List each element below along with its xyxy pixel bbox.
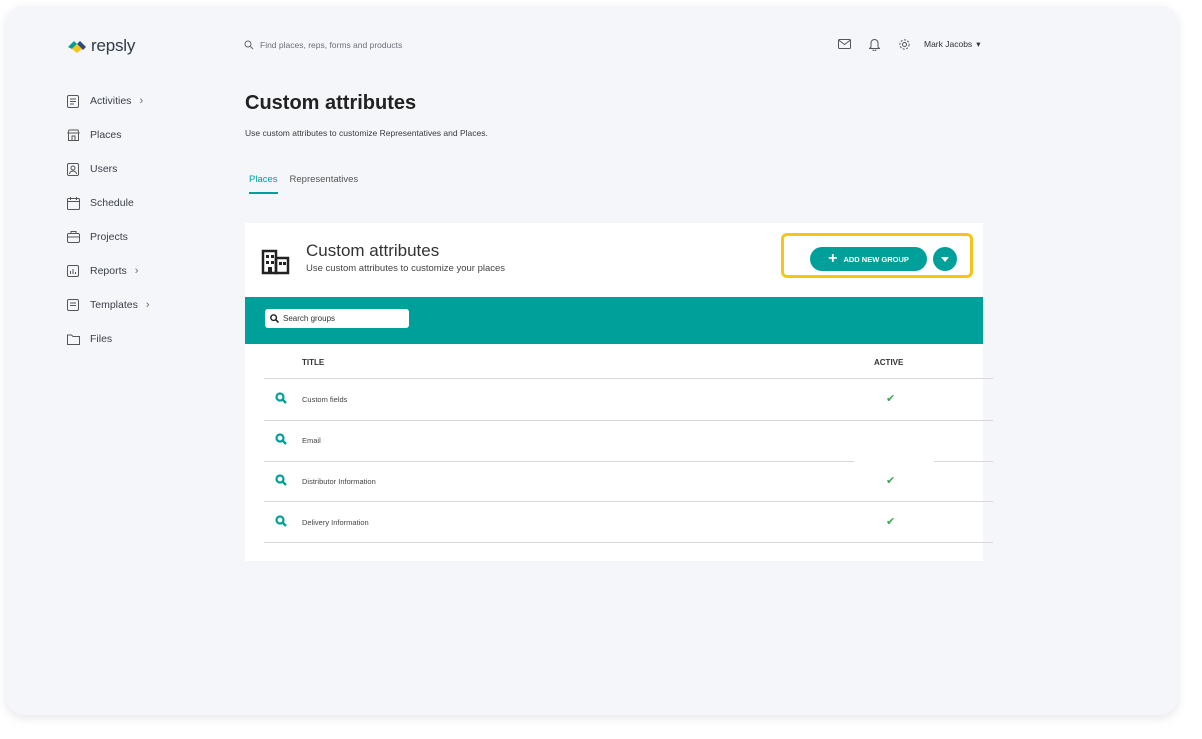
search-placeholder: Find places, reps, forms and products [260, 40, 403, 50]
page-title: Custom attributes [245, 92, 417, 114]
card-subtitle: Use custom attributes to customize your … [306, 263, 506, 274]
user-menu[interactable]: Mark Jacobs ▾ [924, 39, 980, 50]
sidebar-item-templates[interactable]: Templates › [66, 288, 206, 322]
table-header: TITLE ACTIVE [264, 344, 993, 379]
sidebar-item-label: Templates [90, 299, 138, 311]
tab-places[interactable]: Places [249, 174, 278, 194]
column-active: ACTIVE [874, 358, 904, 367]
groups-table: TITLE ACTIVE Custom fields ✔ Email Distr… [264, 344, 993, 543]
page-description: Use custom attributes to customize Repre… [245, 128, 488, 138]
table-row[interactable]: Distributor Information ✔ [264, 461, 993, 502]
sidebar-item-label: Files [90, 333, 113, 345]
custom-attributes-card: Custom attributes Use custom attributes … [245, 223, 993, 561]
check-icon: ✔ [886, 516, 896, 528]
user-name: Mark Jacobs [924, 39, 973, 49]
sidebar-item-label: Reports [90, 265, 127, 277]
magnifier-icon[interactable] [275, 433, 287, 447]
table-row[interactable]: Custom fields ✔ [264, 379, 993, 421]
row-title: Custom fields [302, 395, 348, 404]
sidebar-item-places[interactable]: Places [66, 118, 206, 152]
sidebar-item-label: Projects [90, 231, 128, 243]
repsly-logo-icon [68, 41, 86, 53]
column-title: TITLE [302, 358, 325, 367]
sidebar-item-label: Places [90, 129, 122, 141]
tab-bar: Places Representatives [249, 174, 358, 194]
sidebar-item-reports[interactable]: Reports › [66, 254, 206, 288]
chevron-right-icon: › [134, 265, 139, 277]
sidebar-item-label: Users [90, 163, 118, 175]
tab-representatives[interactable]: Representatives [290, 174, 359, 194]
table-row[interactable]: Email [264, 420, 993, 462]
sidebar-item-schedule[interactable]: Schedule [66, 186, 206, 220]
magnifier-icon[interactable] [275, 515, 287, 529]
global-search[interactable]: Find places, reps, forms and products [244, 40, 402, 50]
building-icon [261, 247, 291, 280]
search-groups-placeholder: Search groups [283, 314, 336, 323]
magnifier-icon[interactable] [275, 392, 287, 406]
check-icon: ✔ [886, 475, 896, 487]
bell-icon[interactable] [866, 36, 882, 52]
brand-name: repsly [91, 36, 136, 55]
add-options-dropdown-button[interactable] [933, 247, 957, 271]
check-icon: ✔ [886, 393, 896, 405]
search-toolbar: Search groups [245, 297, 983, 344]
app-window: repsly Find places, reps, forms and prod… [6, 6, 1178, 715]
store-icon [66, 128, 80, 142]
calendar-icon [66, 196, 80, 210]
search-groups-input[interactable]: Search groups [265, 309, 409, 328]
gear-icon[interactable] [896, 36, 912, 52]
add-new-group-label: ADD NEW GROUP [843, 254, 909, 264]
search-icon [270, 314, 279, 323]
row-title: Distributor Information [302, 477, 376, 486]
caret-down-icon [941, 256, 949, 262]
sidebar-nav: Activities › Places Users Schedule Proje… [66, 84, 206, 356]
plus-icon: + [828, 250, 838, 267]
sidebar-item-activities[interactable]: Activities › [66, 84, 206, 118]
sidebar-item-label: Activities [90, 95, 132, 107]
sidebar-item-projects[interactable]: Projects [66, 220, 206, 254]
chart-icon [66, 264, 80, 278]
template-icon [66, 298, 80, 312]
briefcase-icon [66, 230, 80, 244]
search-icon [244, 40, 254, 50]
caret-down-icon: ▾ [976, 38, 981, 49]
chevron-right-icon: › [139, 95, 144, 107]
magnifier-icon[interactable] [275, 474, 287, 488]
user-icon [66, 162, 80, 176]
topbar-actions: Mark Jacobs ▾ [836, 36, 980, 52]
sidebar-item-files[interactable]: Files [66, 322, 206, 356]
folder-icon [66, 332, 80, 346]
table-row[interactable]: Delivery Information ✔ [264, 502, 993, 543]
sidebar-item-users[interactable]: Users [66, 152, 206, 186]
row-title: Email [302, 436, 321, 445]
clipboard-icon [66, 94, 80, 108]
row-title: Delivery Information [302, 518, 369, 527]
repsly-logo[interactable]: repsly [66, 36, 135, 56]
chevron-right-icon: › [145, 299, 150, 311]
add-new-group-button[interactable]: + ADD NEW GROUP [810, 247, 927, 271]
mail-icon[interactable] [836, 36, 852, 52]
card-title: Custom attributes [306, 241, 440, 260]
sidebar-item-label: Schedule [90, 197, 134, 209]
